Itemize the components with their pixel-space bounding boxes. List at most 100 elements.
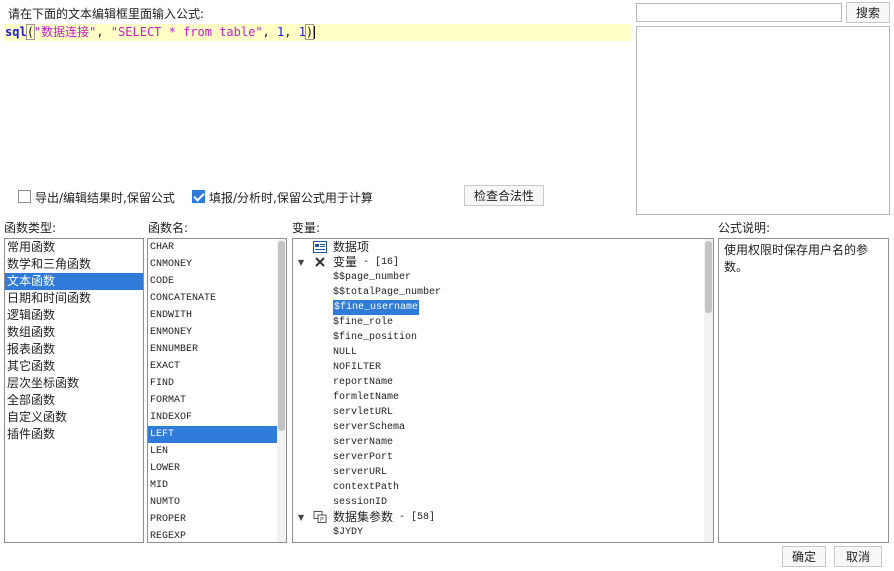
tree-variable-item-label: serverSchema xyxy=(333,422,406,433)
tree-variable-item-label: $$totalPage_number xyxy=(333,287,442,298)
tree-variable-item[interactable]: formletName xyxy=(293,390,713,405)
category-item[interactable]: 常用函数 xyxy=(5,239,143,256)
tree-variable-item-label: $fine_role xyxy=(333,317,394,328)
function-item[interactable]: EXACT xyxy=(148,358,277,375)
fill-keep-formula-checkbox[interactable] xyxy=(192,190,205,203)
function-category-list[interactable]: 常用函数 数学和三角函数 文本函数 日期和时间函数 逻辑函数 数组函数 报表函数 其它函数 层次… xyxy=(4,238,144,543)
formula-function-token: sql xyxy=(5,25,27,39)
tree-variable-item-label: serverPort xyxy=(333,452,394,463)
function-name-list[interactable]: CHAR CNMONEY CODE CONCATENATE ENDWITH ENMONEY… xyxy=(147,238,287,543)
expand-arrow-icon[interactable]: ▼ xyxy=(298,255,304,270)
tree-variable-item[interactable]: serverPort xyxy=(293,450,713,465)
function-item[interactable]: CHAR xyxy=(148,239,277,256)
category-item[interactable]: 数学和三角函数 xyxy=(5,256,143,273)
function-item[interactable]: CNMONEY xyxy=(148,256,277,273)
category-item[interactable]: 层次坐标函数 xyxy=(5,375,143,392)
variable-tree-scroll-thumb[interactable] xyxy=(705,241,712,313)
tree-variable-item[interactable]: $fine_position xyxy=(293,330,713,345)
function-item[interactable]: CONCATENATE xyxy=(148,290,277,307)
tree-variable-item-label: NOFILTER xyxy=(333,362,382,373)
tree-variable-item[interactable]: $fine_username xyxy=(293,300,713,315)
formula-description-panel: 使用权限时保存用户名的参数。 xyxy=(718,238,889,543)
function-item[interactable]: FORMAT xyxy=(148,392,277,409)
category-item[interactable]: 其它函数 xyxy=(5,358,143,375)
category-item[interactable]: 自定义函数 xyxy=(5,409,143,426)
tree-variable-item[interactable]: servletURL xyxy=(293,405,713,420)
data-items-icon xyxy=(313,241,327,253)
function-item[interactable]: LEN xyxy=(148,443,277,460)
tree-variable-item[interactable]: serverSchema xyxy=(293,420,713,435)
variable-tree[interactable]: 数据项 ▼ 变量 - [16] $$page_number $$totalPage_num… xyxy=(292,238,714,543)
tree-variable-item-label: sessionID xyxy=(333,497,388,508)
formula-description-text: 使用权限时保存用户名的参数。 xyxy=(724,243,869,274)
tree-variable-item-label: $fine_position xyxy=(333,332,418,343)
export-keep-formula-checkbox[interactable] xyxy=(18,190,31,203)
cancel-button[interactable]: 取消 xyxy=(834,546,882,567)
function-item[interactable]: ENNUMBER xyxy=(148,341,277,358)
tree-variable-item[interactable]: $$page_number xyxy=(293,270,713,285)
function-list-scrollbar[interactable] xyxy=(277,239,286,542)
variable-tree-scrollbar[interactable] xyxy=(704,239,713,542)
function-item[interactable]: MID xyxy=(148,477,277,494)
svg-text:P: P xyxy=(320,517,324,524)
function-item[interactable]: CODE xyxy=(148,273,277,290)
ok-button[interactable]: 确定 xyxy=(782,546,826,567)
tree-variable-item[interactable]: NOFILTER xyxy=(293,360,713,375)
tree-dataset-param-item[interactable]: $JYDY xyxy=(293,525,713,540)
category-item[interactable]: 数组函数 xyxy=(5,324,143,341)
validate-formula-button[interactable]: 检查合法性 xyxy=(464,185,544,206)
tree-variable-item[interactable]: $$totalPage_number xyxy=(293,285,713,300)
tree-data-items[interactable]: 数据项 xyxy=(293,240,713,255)
tree-variable-item[interactable]: serverURL xyxy=(293,465,713,480)
formula-separator: , xyxy=(262,25,277,39)
formula-editor[interactable]: sql("数据连接", "SELECT * from table", 1, 1) xyxy=(4,24,632,174)
formula-open-paren: ( xyxy=(25,24,35,40)
tree-dataset-params-group[interactable]: ▼ P 数据集参数 - [58] xyxy=(293,510,713,525)
function-item[interactable]: ENMONEY xyxy=(148,324,277,341)
function-item[interactable]: FIND xyxy=(148,375,277,392)
tree-variable-item[interactable]: serverName xyxy=(293,435,713,450)
formula-string-token: "SELECT * from table" xyxy=(110,25,263,39)
function-item[interactable]: LEFT xyxy=(148,426,277,443)
function-item[interactable]: PROPER xyxy=(148,511,277,528)
function-item[interactable]: INDEXOF xyxy=(148,409,277,426)
tree-variable-item[interactable]: contextPath xyxy=(293,480,713,495)
tree-dataset-params-group-count: - [58] xyxy=(399,512,436,523)
category-item[interactable]: 文本函数 xyxy=(5,273,143,290)
tree-variable-item-label: formletName xyxy=(333,392,400,403)
fill-keep-formula-label[interactable]: 填报/分析时,保留公式用于计算 xyxy=(209,189,373,206)
tree-variable-item-label: $$page_number xyxy=(333,272,412,283)
category-item[interactable]: 报表函数 xyxy=(5,341,143,358)
tree-variable-item[interactable]: sessionID xyxy=(293,495,713,510)
category-item[interactable]: 日期和时间函数 xyxy=(5,290,143,307)
tree-variables-group[interactable]: ▼ 变量 - [16] xyxy=(293,255,713,270)
function-item[interactable]: NUMTO xyxy=(148,494,277,511)
function-search-input[interactable] xyxy=(636,3,842,22)
function-list-scroll-thumb[interactable] xyxy=(278,241,285,431)
tree-variable-item[interactable]: $fine_role xyxy=(293,315,713,330)
function-item[interactable]: ENDWITH xyxy=(148,307,277,324)
function-name-title: 函数名: xyxy=(148,221,189,235)
tree-variable-item-label: NULL xyxy=(333,347,358,358)
function-category-title: 函数类型: xyxy=(4,221,57,235)
category-item[interactable]: 全部函数 xyxy=(5,392,143,409)
formula-close-paren: ) xyxy=(304,24,315,40)
expand-arrow-icon[interactable]: ▼ xyxy=(298,510,304,525)
function-item[interactable]: LOWER xyxy=(148,460,277,477)
tree-variables-group-count: - [16] xyxy=(363,257,400,268)
function-item[interactable]: REGEXP xyxy=(148,528,277,542)
formula-editor-current-line[interactable]: sql("数据连接", "SELECT * from table", 1, 1) xyxy=(4,24,632,41)
tree-variable-item-label: contextPath xyxy=(333,482,400,493)
formula-separator: , xyxy=(284,25,299,39)
tree-variable-item-label: $fine_username xyxy=(333,300,420,315)
tree-variable-item[interactable]: NULL xyxy=(293,345,713,360)
tree-variable-item[interactable]: reportName xyxy=(293,375,713,390)
export-keep-formula-label[interactable]: 导出/编辑结果时,保留公式 xyxy=(35,189,175,206)
formula-string-token: "数据连接" xyxy=(33,25,97,39)
category-item[interactable]: 逻辑函数 xyxy=(5,307,143,324)
category-item[interactable]: 插件函数 xyxy=(5,426,143,443)
search-results-panel[interactable] xyxy=(636,26,890,215)
search-button[interactable]: 搜索 xyxy=(846,2,890,23)
tree-variables-group-label: 变量 xyxy=(333,255,358,269)
tree-variable-item-label: serverName xyxy=(333,437,394,448)
